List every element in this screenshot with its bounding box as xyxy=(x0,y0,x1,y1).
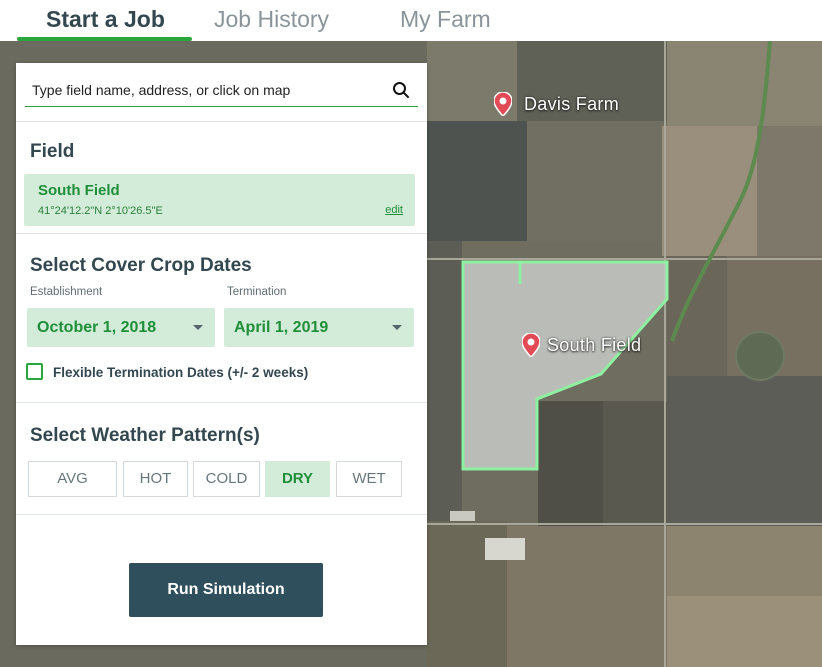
cover-crop-section-title: Select Cover Crop Dates xyxy=(30,255,252,276)
establishment-label: Establishment xyxy=(30,286,103,298)
search-input[interactable] xyxy=(25,79,375,101)
field-section-title: Field xyxy=(30,141,75,162)
tab-my-farm[interactable]: My Farm xyxy=(400,6,491,33)
marker-label-davis-farm[interactable]: Davis Farm xyxy=(524,94,619,115)
termination-date-select[interactable]: April 1, 2019 xyxy=(224,308,414,347)
weather-section-title: Select Weather Pattern(s) xyxy=(30,425,260,446)
tab-job-history[interactable]: Job History xyxy=(214,6,329,33)
search-bar xyxy=(25,73,418,107)
establishment-date-select[interactable]: October 1, 2018 xyxy=(27,308,215,347)
marker-label-south-field[interactable]: South Field xyxy=(547,335,641,356)
weather-option-hot[interactable]: HOT xyxy=(123,461,188,497)
termination-date-value: April 1, 2019 xyxy=(234,319,329,336)
field-coordinates: 41°24'12.2"N 2°10'26.5"E xyxy=(38,205,163,217)
weather-option-cold[interactable]: COLD xyxy=(193,461,260,497)
flexible-termination-checkbox[interactable] xyxy=(26,363,43,380)
run-simulation-button[interactable]: Run Simulation xyxy=(129,563,323,617)
top-tab-bar: Start a Job Job History My Farm xyxy=(0,0,822,41)
tab-start-a-job[interactable]: Start a Job xyxy=(46,6,165,33)
establishment-date-value: October 1, 2018 xyxy=(37,319,157,336)
active-tab-indicator xyxy=(17,37,192,41)
weather-option-wet[interactable]: WET xyxy=(336,461,402,497)
weather-option-avg[interactable]: AVG xyxy=(28,461,117,497)
selected-field-card[interactable]: South Field 41°24'12.2"N 2°10'26.5"E edi… xyxy=(24,174,415,226)
search-icon[interactable] xyxy=(392,81,410,99)
weather-option-dry[interactable]: DRY xyxy=(265,461,330,497)
flexible-termination-label[interactable]: Flexible Termination Dates (+/- 2 weeks) xyxy=(53,365,308,380)
edit-field-link[interactable]: edit xyxy=(385,204,403,216)
chevron-down-icon xyxy=(193,325,203,330)
chevron-down-icon xyxy=(392,325,402,330)
map-pin-icon[interactable] xyxy=(494,92,512,116)
divider xyxy=(16,233,427,234)
termination-label: Termination xyxy=(227,286,287,298)
field-name: South Field xyxy=(38,182,120,199)
divider xyxy=(16,514,427,515)
map-pin-icon[interactable] xyxy=(522,333,540,357)
divider xyxy=(16,402,427,403)
divider xyxy=(16,121,427,122)
job-setup-panel: Field South Field 41°24'12.2"N 2°10'26.5… xyxy=(16,63,427,645)
